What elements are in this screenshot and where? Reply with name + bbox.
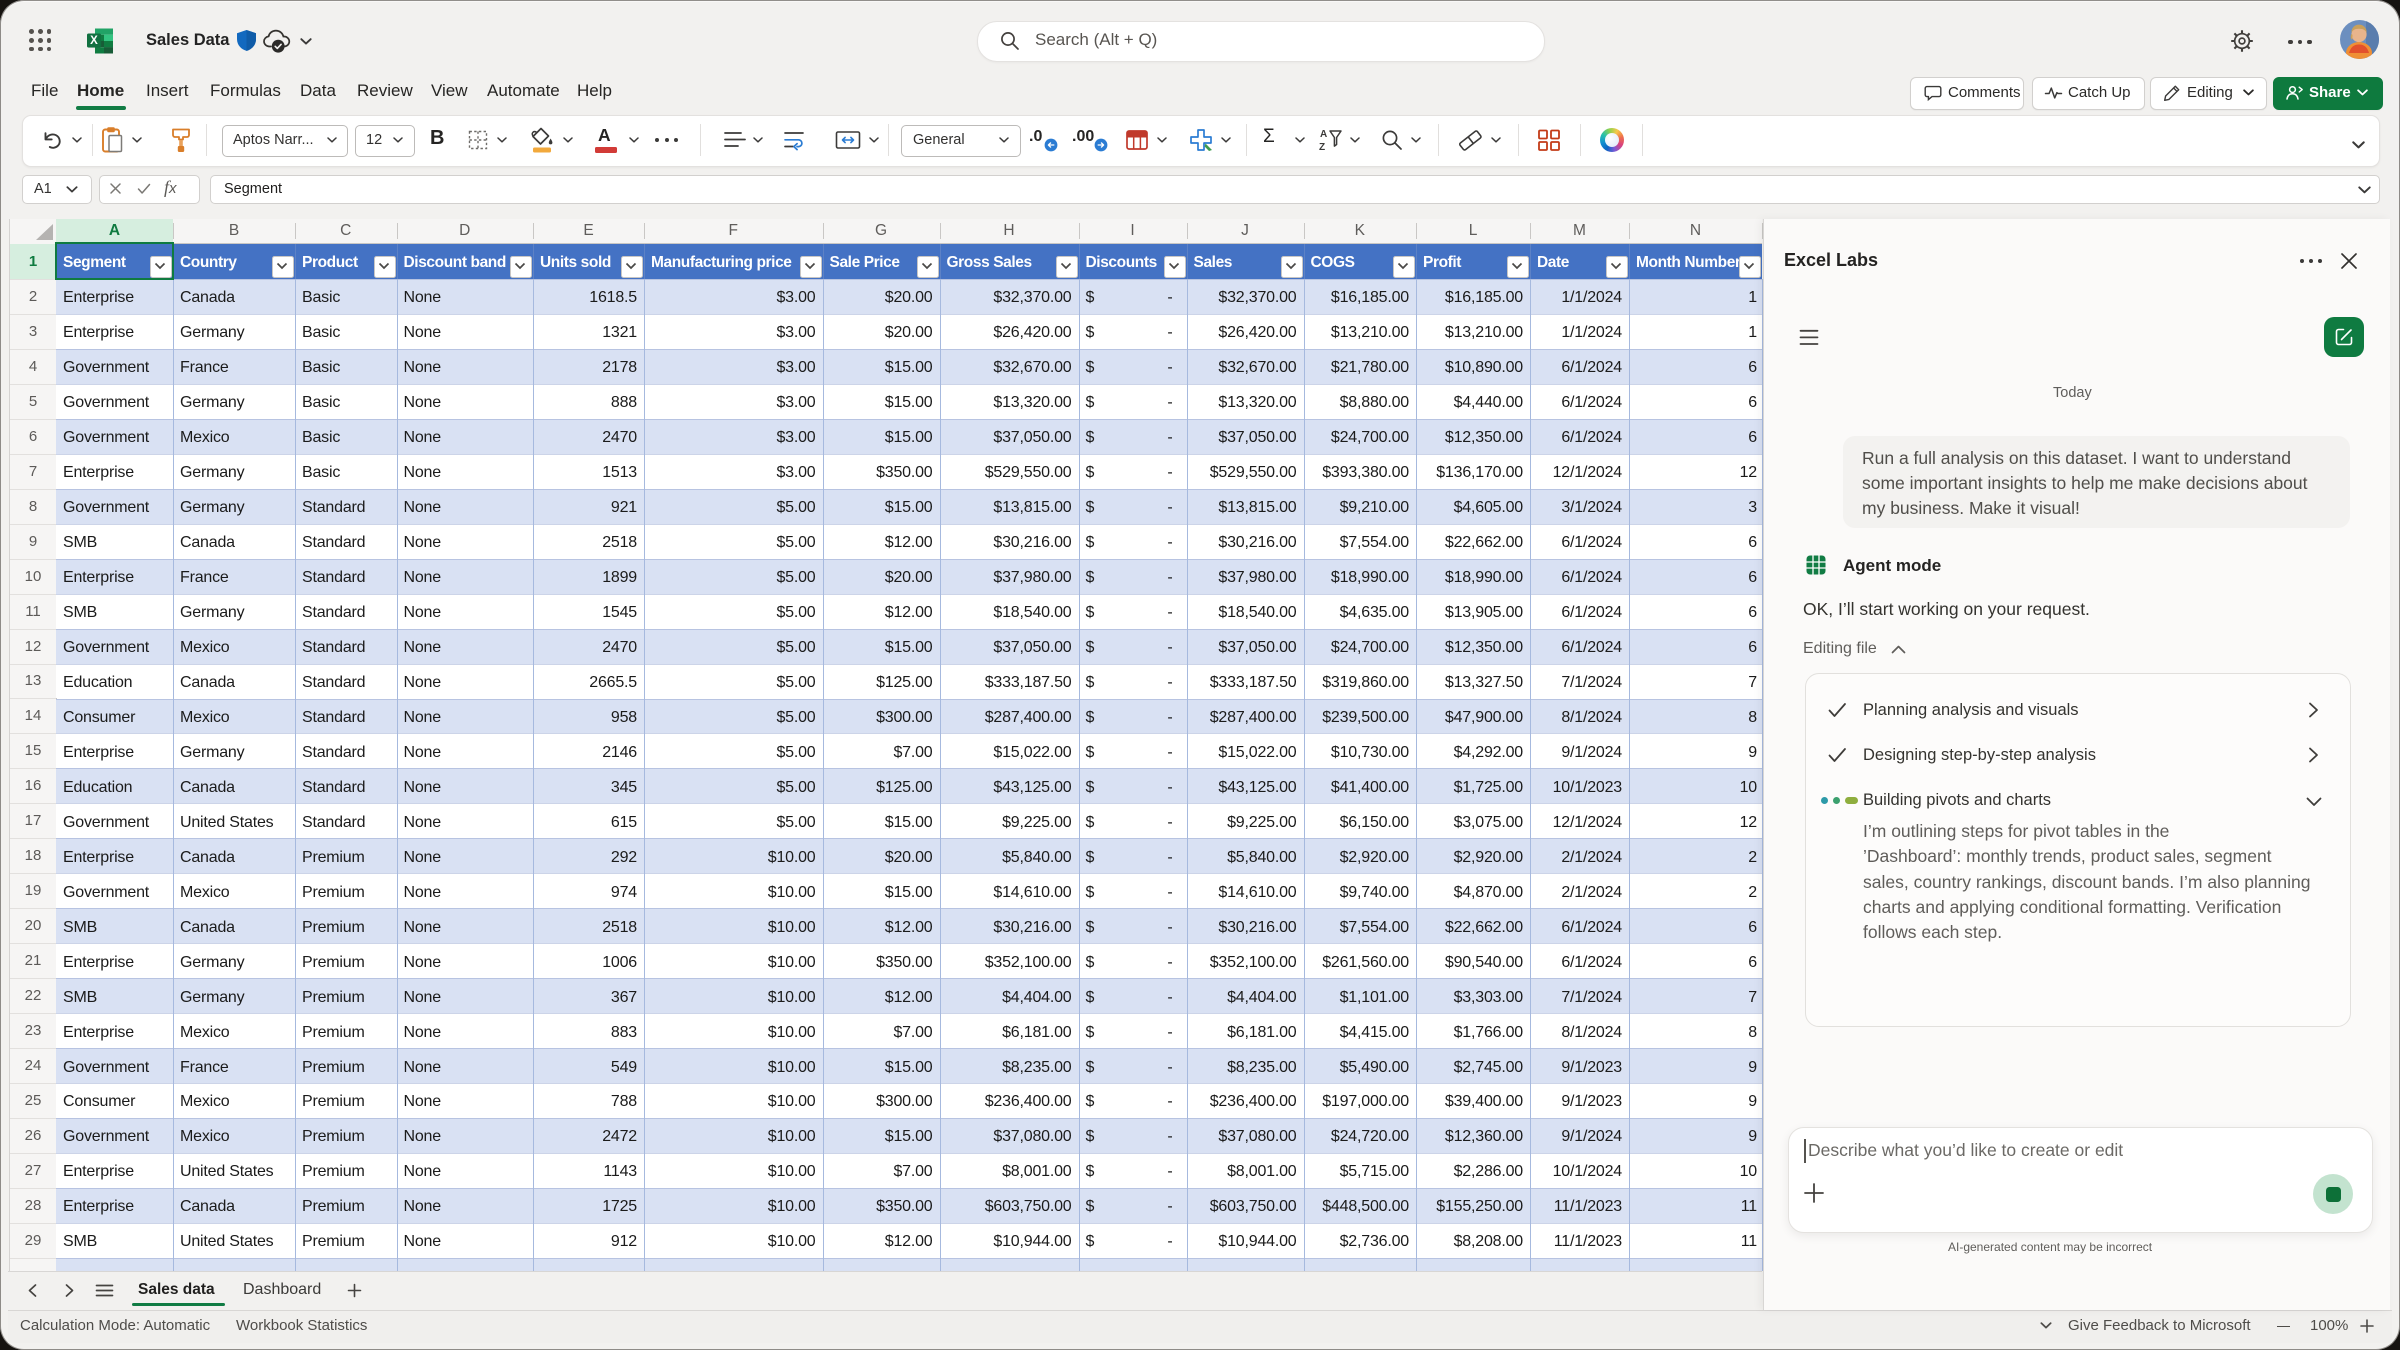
svg-text:A: A (1320, 129, 1327, 140)
svg-text:Z: Z (1319, 142, 1325, 153)
svg-text:X: X (90, 34, 98, 46)
